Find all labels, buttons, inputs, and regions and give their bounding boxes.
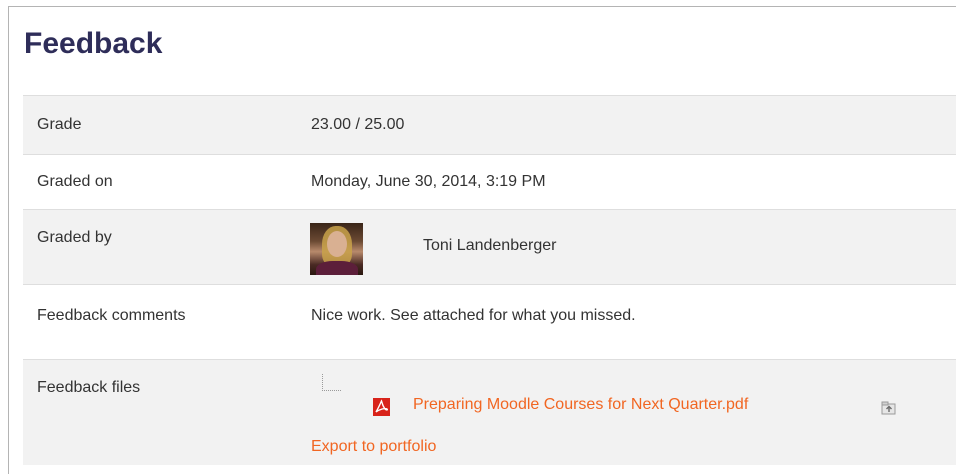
feedback-files-label: Feedback files <box>37 379 141 396</box>
tree-branch-icon <box>322 374 341 391</box>
graded-on-row: Graded on Monday, June 30, 2014, 3:19 PM <box>23 154 956 209</box>
page-title: Feedback <box>24 27 163 60</box>
export-portfolio-icon[interactable] <box>881 401 897 415</box>
graded-by-row: Graded by Toni Landenberger <box>23 209 956 284</box>
export-to-portfolio-link[interactable]: Export to portfolio <box>311 438 436 456</box>
graded-on-label: Graded on <box>37 173 113 190</box>
feedback-file-link[interactable]: Preparing Moodle Courses for Next Quarte… <box>413 396 748 414</box>
grade-label: Grade <box>37 116 82 133</box>
pdf-file-icon[interactable] <box>373 398 390 416</box>
grade-value: 23.00 / 25.00 <box>311 116 405 133</box>
grader-name: Toni Landenberger <box>423 237 557 254</box>
graded-by-label: Graded by <box>37 229 112 246</box>
feedback-files-row: Feedback files Preparing Moodle Courses … <box>23 359 956 465</box>
feedback-comments-value: Nice work. See attached for what you mis… <box>311 307 636 324</box>
grade-row: Grade 23.00 / 25.00 <box>23 95 956 154</box>
graded-on-value: Monday, June 30, 2014, 3:19 PM <box>311 173 546 190</box>
avatar[interactable] <box>310 223 363 275</box>
feedback-panel: Feedback Grade 23.00 / 25.00 Graded on M… <box>8 6 956 474</box>
feedback-comments-row: Feedback comments Nice work. See attache… <box>23 284 956 359</box>
feedback-comments-label: Feedback comments <box>37 307 186 324</box>
feedback-table: Grade 23.00 / 25.00 Graded on Monday, Ju… <box>23 95 956 465</box>
